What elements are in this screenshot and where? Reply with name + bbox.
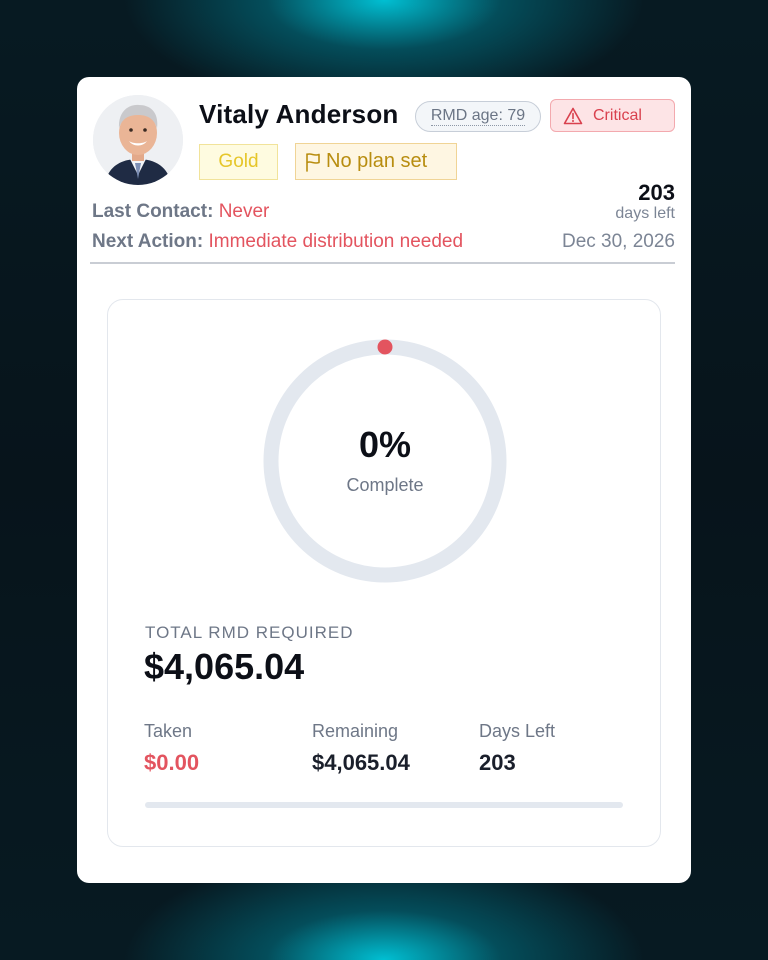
rmd-progress-panel: 0% Complete TOTAL RMD REQUIRED $4,065.04… (107, 299, 661, 847)
stat-remaining-label: Remaining (312, 721, 399, 741)
next-action-row: Next Action: Immediate distribution need… (92, 231, 463, 253)
next-action-label: Next Action: (92, 231, 204, 252)
stat-days-left: Days Left 203 (479, 721, 555, 776)
stat-taken-label: Taken (144, 721, 193, 741)
critical-status-text: Critical (593, 106, 642, 124)
stat-taken: Taken $0.00 (144, 721, 199, 776)
stat-days-left-value: 203 (479, 750, 516, 775)
days-left-summary: 203 days left (615, 181, 675, 223)
divider (90, 262, 675, 264)
stat-remaining-value: $4,065.04 (312, 750, 410, 775)
plan-status-text: No plan set (326, 150, 428, 172)
deadline-date: Dec 30, 2026 (561, 231, 675, 252)
flag-icon (306, 152, 320, 172)
critical-status-badge: Critical (550, 99, 675, 132)
days-left-text: days left (615, 205, 675, 222)
last-contact-row: Last Contact: Never (92, 201, 269, 223)
last-contact-label: Last Contact: (92, 201, 214, 222)
rmd-age-text: RMD age: 79 (430, 107, 526, 126)
stat-days-left-label: Days Left (479, 721, 556, 741)
last-contact-value: Never (218, 201, 270, 222)
client-card: Vitaly Anderson RMD age: 79 Critical Gol… (77, 77, 691, 883)
warning-icon (563, 107, 583, 124)
progress-bar (145, 802, 623, 808)
total-rmd-value: $4,065.04 (144, 646, 305, 687)
tier-badge: Gold (199, 144, 278, 180)
next-action-value: Immediate distribution needed (208, 231, 464, 252)
stat-remaining: Remaining $4,065.04 (312, 721, 410, 776)
stat-taken-value: $0.00 (144, 750, 200, 775)
plan-status-badge[interactable]: No plan set (295, 143, 457, 180)
rmd-age-badge[interactable]: RMD age: 79 (415, 101, 541, 132)
days-left-number: 203 (638, 180, 675, 205)
progress-percent: 0% (358, 424, 412, 465)
total-rmd-label: TOTAL RMD REQUIRED (145, 623, 354, 642)
avatar[interactable] (93, 95, 183, 185)
client-name: Vitaly Anderson (199, 99, 399, 129)
progress-label: Complete (346, 475, 424, 495)
